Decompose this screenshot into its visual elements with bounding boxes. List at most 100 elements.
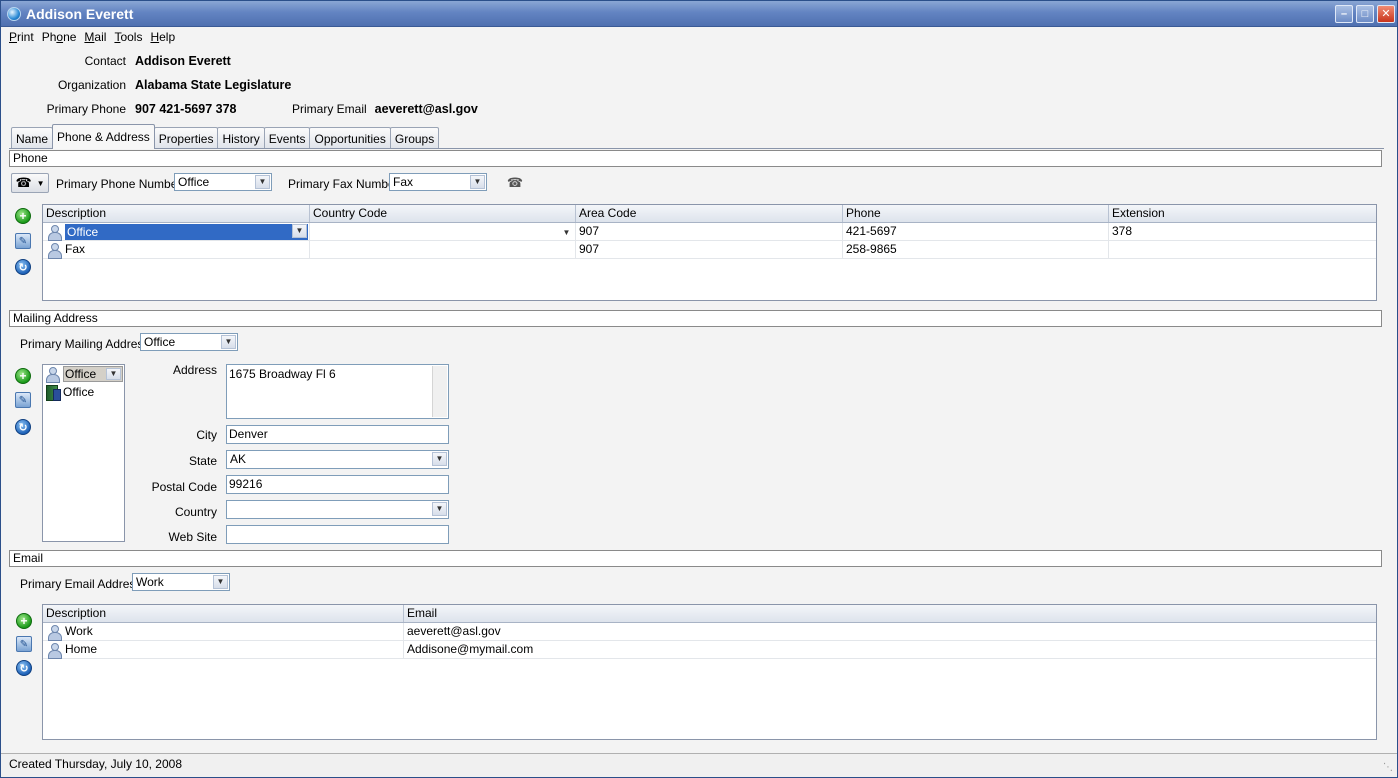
- description-cell[interactable]: Work: [43, 623, 404, 641]
- city-input[interactable]: Denver: [226, 425, 449, 444]
- area-code-cell[interactable]: 907: [576, 241, 843, 258]
- minimize-button[interactable]: –: [1335, 4, 1353, 23]
- tab-history[interactable]: History: [217, 127, 265, 149]
- primary-fax-number-value: Fax: [393, 175, 414, 189]
- menu-print[interactable]: Print: [5, 30, 38, 44]
- person-icon: [46, 242, 62, 259]
- chevron-down-icon[interactable]: ▼: [559, 225, 574, 239]
- email-grid: Description Email Work aeverett@asl.gov …: [42, 604, 1377, 740]
- address-type-value: Office: [65, 367, 97, 381]
- dial-phone-button[interactable]: ☎ ▼: [11, 173, 49, 193]
- extension-cell[interactable]: 378: [1109, 223, 1376, 240]
- refresh-email-icon[interactable]: ↻: [16, 660, 32, 676]
- person-icon: [44, 366, 60, 383]
- edit-address-icon[interactable]: ✎: [15, 392, 31, 408]
- refresh-phone-icon[interactable]: ↻: [15, 259, 31, 275]
- phone-cell[interactable]: 258-9865: [843, 241, 1109, 258]
- person-icon: [46, 624, 62, 641]
- scrollbar[interactable]: [432, 366, 447, 417]
- menu-phone[interactable]: Phone: [38, 30, 81, 44]
- add-phone-icon[interactable]: +: [15, 208, 31, 224]
- extension-cell[interactable]: [1109, 241, 1376, 258]
- chevron-down-icon[interactable]: ▼: [292, 223, 307, 238]
- tab-properties[interactable]: Properties: [153, 127, 219, 149]
- col-description[interactable]: Description: [43, 605, 404, 622]
- col-email[interactable]: Email: [404, 605, 1376, 622]
- description-select[interactable]: Office ▼: [65, 223, 308, 240]
- edit-phone-icon[interactable]: ✎: [15, 233, 31, 249]
- tab-events[interactable]: Events: [263, 127, 311, 149]
- postal-code-input[interactable]: 99216: [226, 475, 449, 494]
- tab-opportunities[interactable]: Opportunities: [309, 127, 391, 149]
- email-cell[interactable]: Addisone@mymail.com: [404, 641, 1376, 658]
- primary-fax-number-select[interactable]: Fax ▼: [389, 173, 487, 191]
- web-site-input[interactable]: [226, 525, 449, 544]
- tab-groups[interactable]: Groups: [389, 127, 440, 149]
- tab-phone-address[interactable]: Phone & Address: [52, 124, 155, 149]
- menu-tools[interactable]: Tools: [110, 30, 146, 44]
- country-code-cell[interactable]: [310, 241, 576, 258]
- menu-mail[interactable]: Mail: [80, 30, 110, 44]
- chevron-down-icon[interactable]: ▼: [470, 175, 485, 189]
- table-row[interactable]: Home Addisone@mymail.com: [43, 641, 1376, 659]
- status-text: Created Thursday, July 10, 2008: [9, 757, 182, 771]
- resize-grip-icon[interactable]: ⋱: [1383, 758, 1393, 778]
- refresh-address-icon[interactable]: ↻: [15, 419, 31, 435]
- email-cell[interactable]: aeverett@asl.gov: [404, 623, 1376, 640]
- description-value: Fax: [65, 242, 86, 256]
- menu-help[interactable]: Help: [146, 30, 179, 44]
- add-email-icon[interactable]: +: [16, 613, 32, 629]
- app-icon[interactable]: [7, 6, 21, 21]
- col-extension[interactable]: Extension: [1109, 205, 1376, 222]
- country-select[interactable]: ▼: [226, 500, 449, 519]
- table-row[interactable]: Work aeverett@asl.gov: [43, 623, 1376, 641]
- primary-mailing-address-select[interactable]: Office ▼: [140, 333, 238, 351]
- primary-email-address-label: Primary Email Address: [20, 577, 142, 591]
- primary-fax-number-label: Primary Fax Number: [288, 177, 399, 191]
- description-value: Home: [65, 642, 98, 656]
- window-controls: – □ ✕: [1335, 4, 1395, 23]
- title-bar[interactable]: Addison Everett – □ ✕: [1, 1, 1397, 27]
- primary-phone-number-select[interactable]: Office ▼: [174, 173, 272, 191]
- person-icon: [46, 224, 62, 241]
- person-icon: [46, 642, 62, 659]
- description-cell[interactable]: Fax: [43, 241, 310, 259]
- col-country-code[interactable]: Country Code: [310, 205, 576, 222]
- phone-cell[interactable]: 421-5697: [843, 223, 1109, 240]
- col-area-code[interactable]: Area Code: [576, 205, 843, 222]
- chevron-down-icon[interactable]: ▼: [432, 452, 447, 466]
- table-row[interactable]: Office ▼ ▼ 907 421-5697 378: [43, 223, 1376, 241]
- area-code-cell[interactable]: 907: [576, 223, 843, 240]
- primary-phone-number-label: Primary Phone Number: [56, 177, 182, 191]
- list-item[interactable]: Office: [43, 383, 124, 401]
- description-cell[interactable]: Office ▼: [43, 223, 310, 241]
- state-select[interactable]: AK ▼: [226, 450, 449, 469]
- phone-grid-header: Description Country Code Area Code Phone…: [43, 205, 1376, 223]
- edit-email-icon[interactable]: ✎: [16, 636, 32, 652]
- chevron-down-icon[interactable]: ▼: [255, 175, 270, 189]
- primary-email-address-select[interactable]: Work ▼: [132, 573, 230, 591]
- chevron-down-icon[interactable]: ▼: [106, 368, 121, 380]
- add-address-icon[interactable]: +: [15, 368, 31, 384]
- address-value: 1675 Broadway Fl 6: [229, 367, 336, 381]
- address-type-select[interactable]: Office ▼: [63, 366, 123, 382]
- chevron-down-icon[interactable]: ▼: [432, 502, 447, 516]
- primary-mailing-address-value: Office: [144, 335, 176, 349]
- col-description[interactable]: Description: [43, 205, 310, 222]
- phone-section-header: Phone: [9, 150, 1382, 167]
- maximize-button[interactable]: □: [1356, 4, 1374, 23]
- country-code-cell[interactable]: ▼: [310, 223, 576, 240]
- col-phone[interactable]: Phone: [843, 205, 1109, 222]
- chevron-down-icon[interactable]: ▼: [221, 335, 236, 349]
- table-row[interactable]: Fax 907 258-9865: [43, 241, 1376, 259]
- address-textarea[interactable]: 1675 Broadway Fl 6: [226, 364, 449, 419]
- tab-strip: Name Phone & Address Properties History …: [11, 124, 440, 149]
- tab-name[interactable]: Name: [11, 127, 54, 149]
- city-label: City: [196, 428, 217, 442]
- description-cell[interactable]: Home: [43, 641, 404, 659]
- chevron-down-icon[interactable]: ▼: [213, 575, 228, 589]
- close-button[interactable]: ✕: [1377, 4, 1395, 23]
- primary-email-value: aeverett@asl.gov: [374, 102, 478, 116]
- list-item[interactable]: Office ▼: [43, 365, 124, 383]
- fax-phone-button[interactable]: ☎: [505, 173, 525, 193]
